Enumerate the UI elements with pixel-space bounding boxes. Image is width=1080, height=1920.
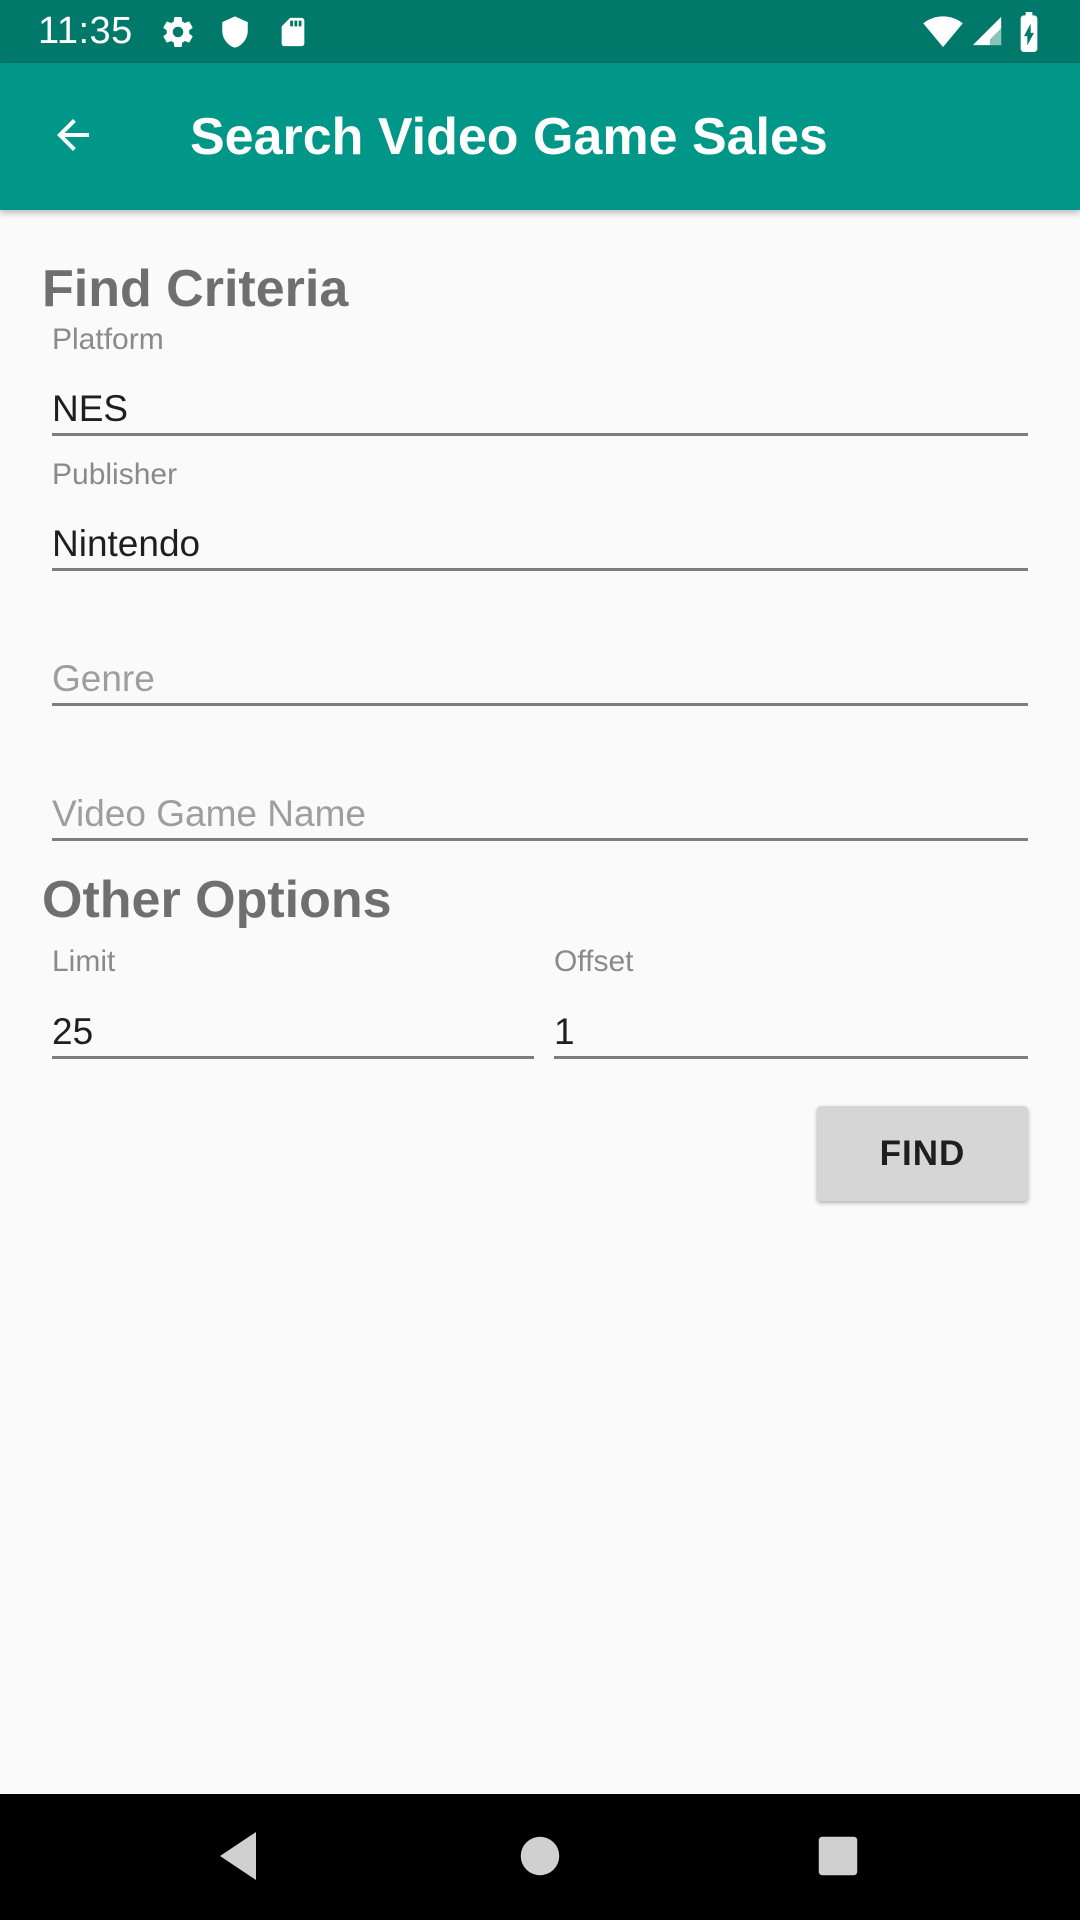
publisher-input[interactable]: [52, 521, 1028, 567]
arrow-back-icon: [49, 111, 97, 164]
platform-underline: [52, 433, 1028, 436]
shield-icon: [218, 14, 252, 55]
nav-home-button[interactable]: [500, 1818, 580, 1898]
platform-field: Platform: [52, 322, 1028, 436]
other-options-heading: Other Options: [42, 871, 392, 929]
publisher-underline: [52, 568, 1028, 571]
gear-icon: [160, 14, 196, 55]
back-button[interactable]: [28, 95, 118, 179]
platform-input[interactable]: [52, 386, 1028, 432]
offset-underline: [554, 1056, 1028, 1059]
sd-card-icon: [276, 14, 310, 55]
nav-back-icon: [216, 1830, 264, 1887]
page-title: Search Video Game Sales: [190, 108, 828, 166]
video-game-name-underline: [52, 838, 1028, 841]
cell-signal-icon: [970, 14, 1004, 53]
platform-label: Platform: [52, 323, 164, 356]
app-bar: Search Video Game Sales: [0, 63, 1080, 210]
wifi-icon: [922, 14, 964, 53]
nav-home-icon: [519, 1835, 561, 1882]
status-time: 11:35: [38, 10, 133, 52]
offset-field: Offset: [554, 944, 1028, 1059]
video-game-name-field: [52, 727, 1028, 841]
find-button[interactable]: FIND: [817, 1106, 1028, 1201]
status-bar: 11:35: [0, 0, 1080, 63]
genre-underline: [52, 703, 1028, 706]
nav-back-button[interactable]: [200, 1818, 280, 1898]
offset-label: Offset: [554, 945, 634, 978]
video-game-name-input[interactable]: [52, 791, 1028, 837]
limit-field: Limit: [52, 944, 534, 1059]
genre-input[interactable]: [52, 656, 1028, 702]
battery-charging-icon: [1016, 12, 1042, 57]
navigation-bar: [0, 1794, 1080, 1920]
genre-field: [52, 592, 1028, 706]
nav-recents-icon: [817, 1835, 859, 1882]
nav-recents-button[interactable]: [798, 1818, 878, 1898]
offset-input[interactable]: [554, 1009, 1028, 1055]
limit-input[interactable]: [52, 1009, 534, 1055]
limit-label: Limit: [52, 945, 116, 978]
find-criteria-heading: Find Criteria: [42, 260, 349, 318]
publisher-field: Publisher: [52, 457, 1028, 571]
limit-underline: [52, 1056, 534, 1059]
publisher-label: Publisher: [52, 458, 178, 491]
